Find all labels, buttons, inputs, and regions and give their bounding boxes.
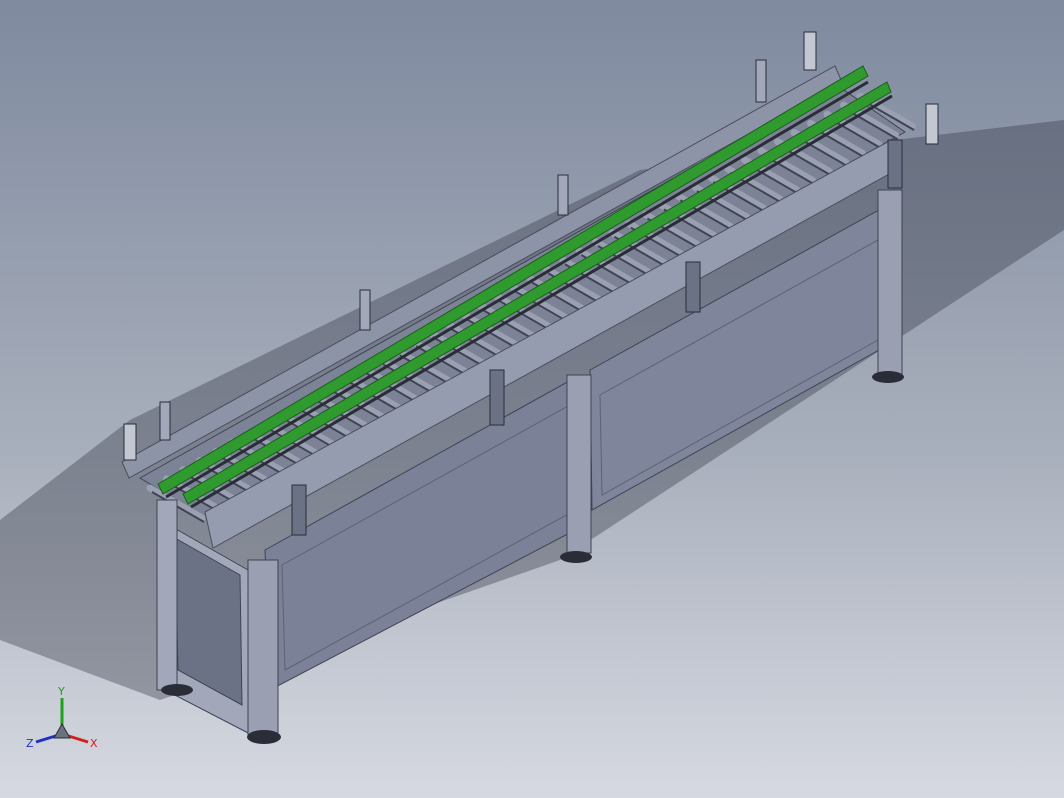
clamp-post-4 — [755, 59, 767, 103]
clamp-post-3 — [557, 174, 569, 216]
leg-front-right — [877, 189, 903, 376]
rail-bracket-3 — [685, 261, 701, 313]
triad-origin — [53, 722, 71, 739]
triad-x-label: X — [90, 737, 98, 750]
leg-front-mid — [566, 374, 592, 554]
rail-bracket-1 — [291, 484, 307, 536]
foot-front-mid — [560, 551, 592, 563]
triad-z-label: Z — [26, 737, 34, 750]
end-plate-back-right — [803, 31, 817, 71]
triad-y-label: Y — [57, 685, 65, 698]
end-plate-front-right — [925, 103, 939, 145]
rail-bracket-4 — [887, 139, 903, 189]
cad-viewport[interactable]: X Y Z — [0, 0, 1064, 798]
conveyor-model[interactable] — [0, 0, 1064, 798]
foot-back-left — [161, 684, 193, 696]
leg-back-left — [156, 499, 178, 691]
coordinate-triad: X Y Z — [26, 685, 98, 750]
rail-bracket-2 — [489, 369, 505, 426]
foot-front-left — [247, 730, 281, 744]
leg-front-left — [247, 559, 279, 736]
end-plate-back-left — [123, 423, 137, 461]
clamp-post-2 — [359, 289, 371, 331]
clamp-post-1 — [159, 401, 171, 441]
foot-front-right — [872, 371, 904, 383]
